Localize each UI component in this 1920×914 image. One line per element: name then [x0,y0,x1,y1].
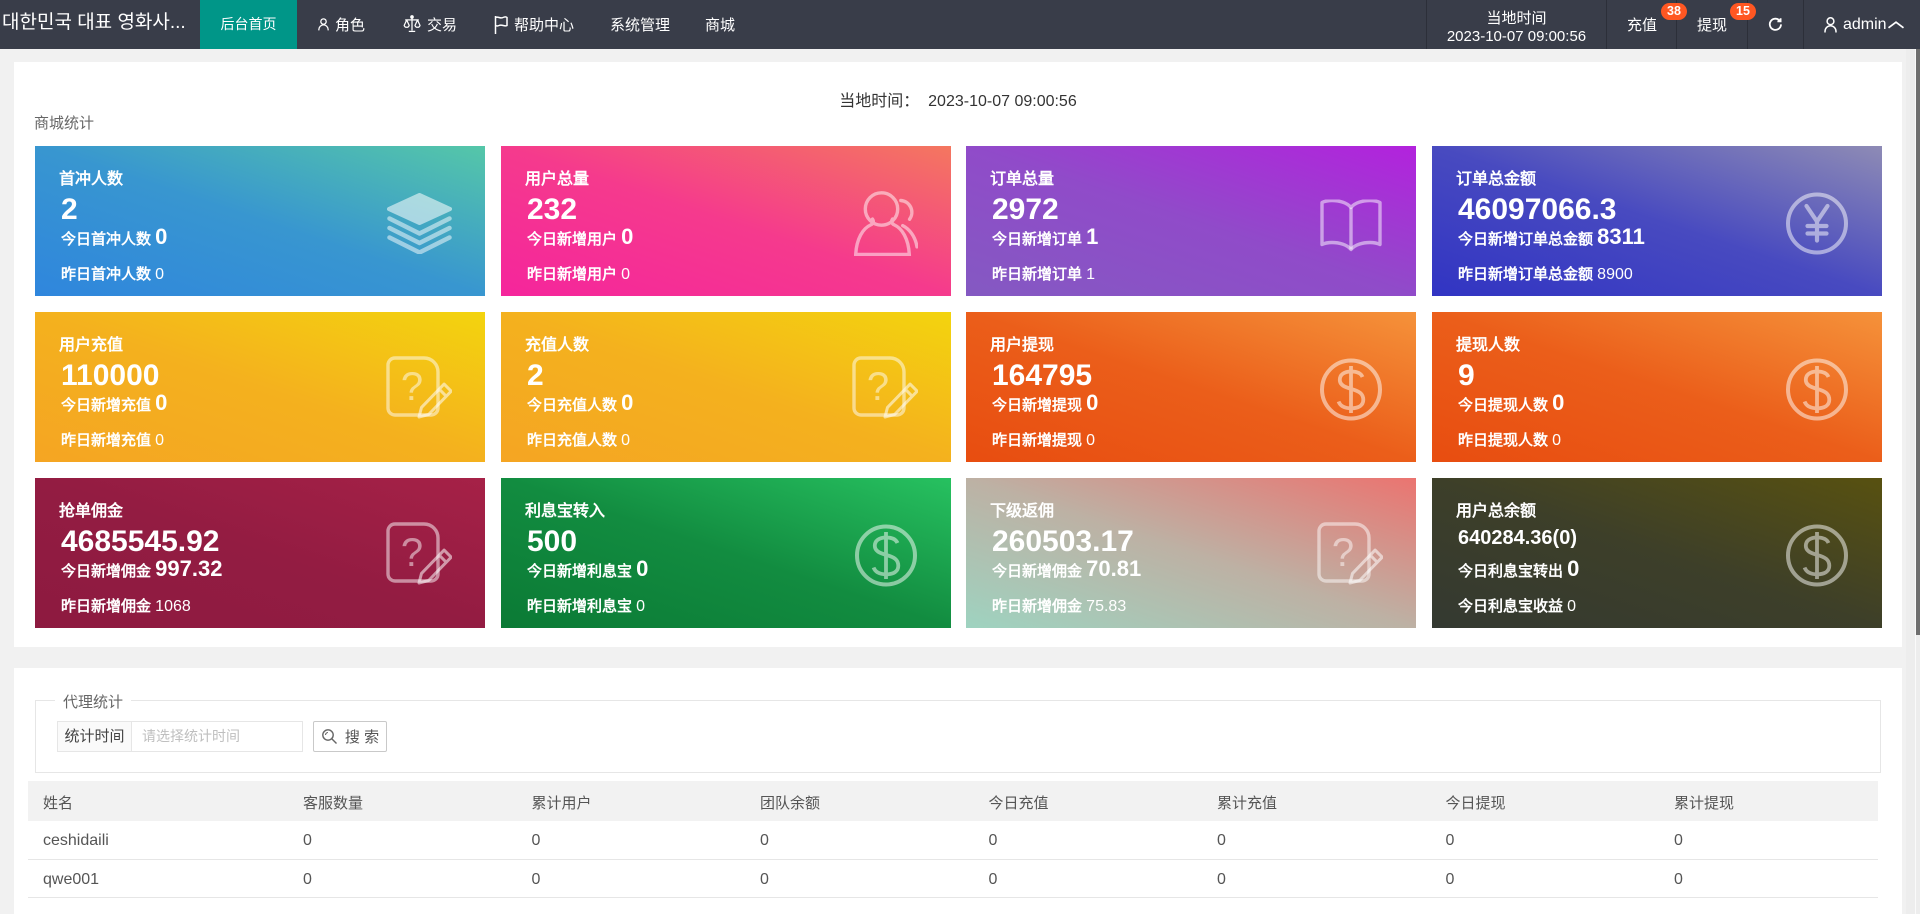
svg-text:?: ? [867,365,889,409]
svg-text:?: ? [401,365,423,409]
svg-text:?: ? [1332,531,1354,575]
svg-text:?: ? [401,531,423,575]
